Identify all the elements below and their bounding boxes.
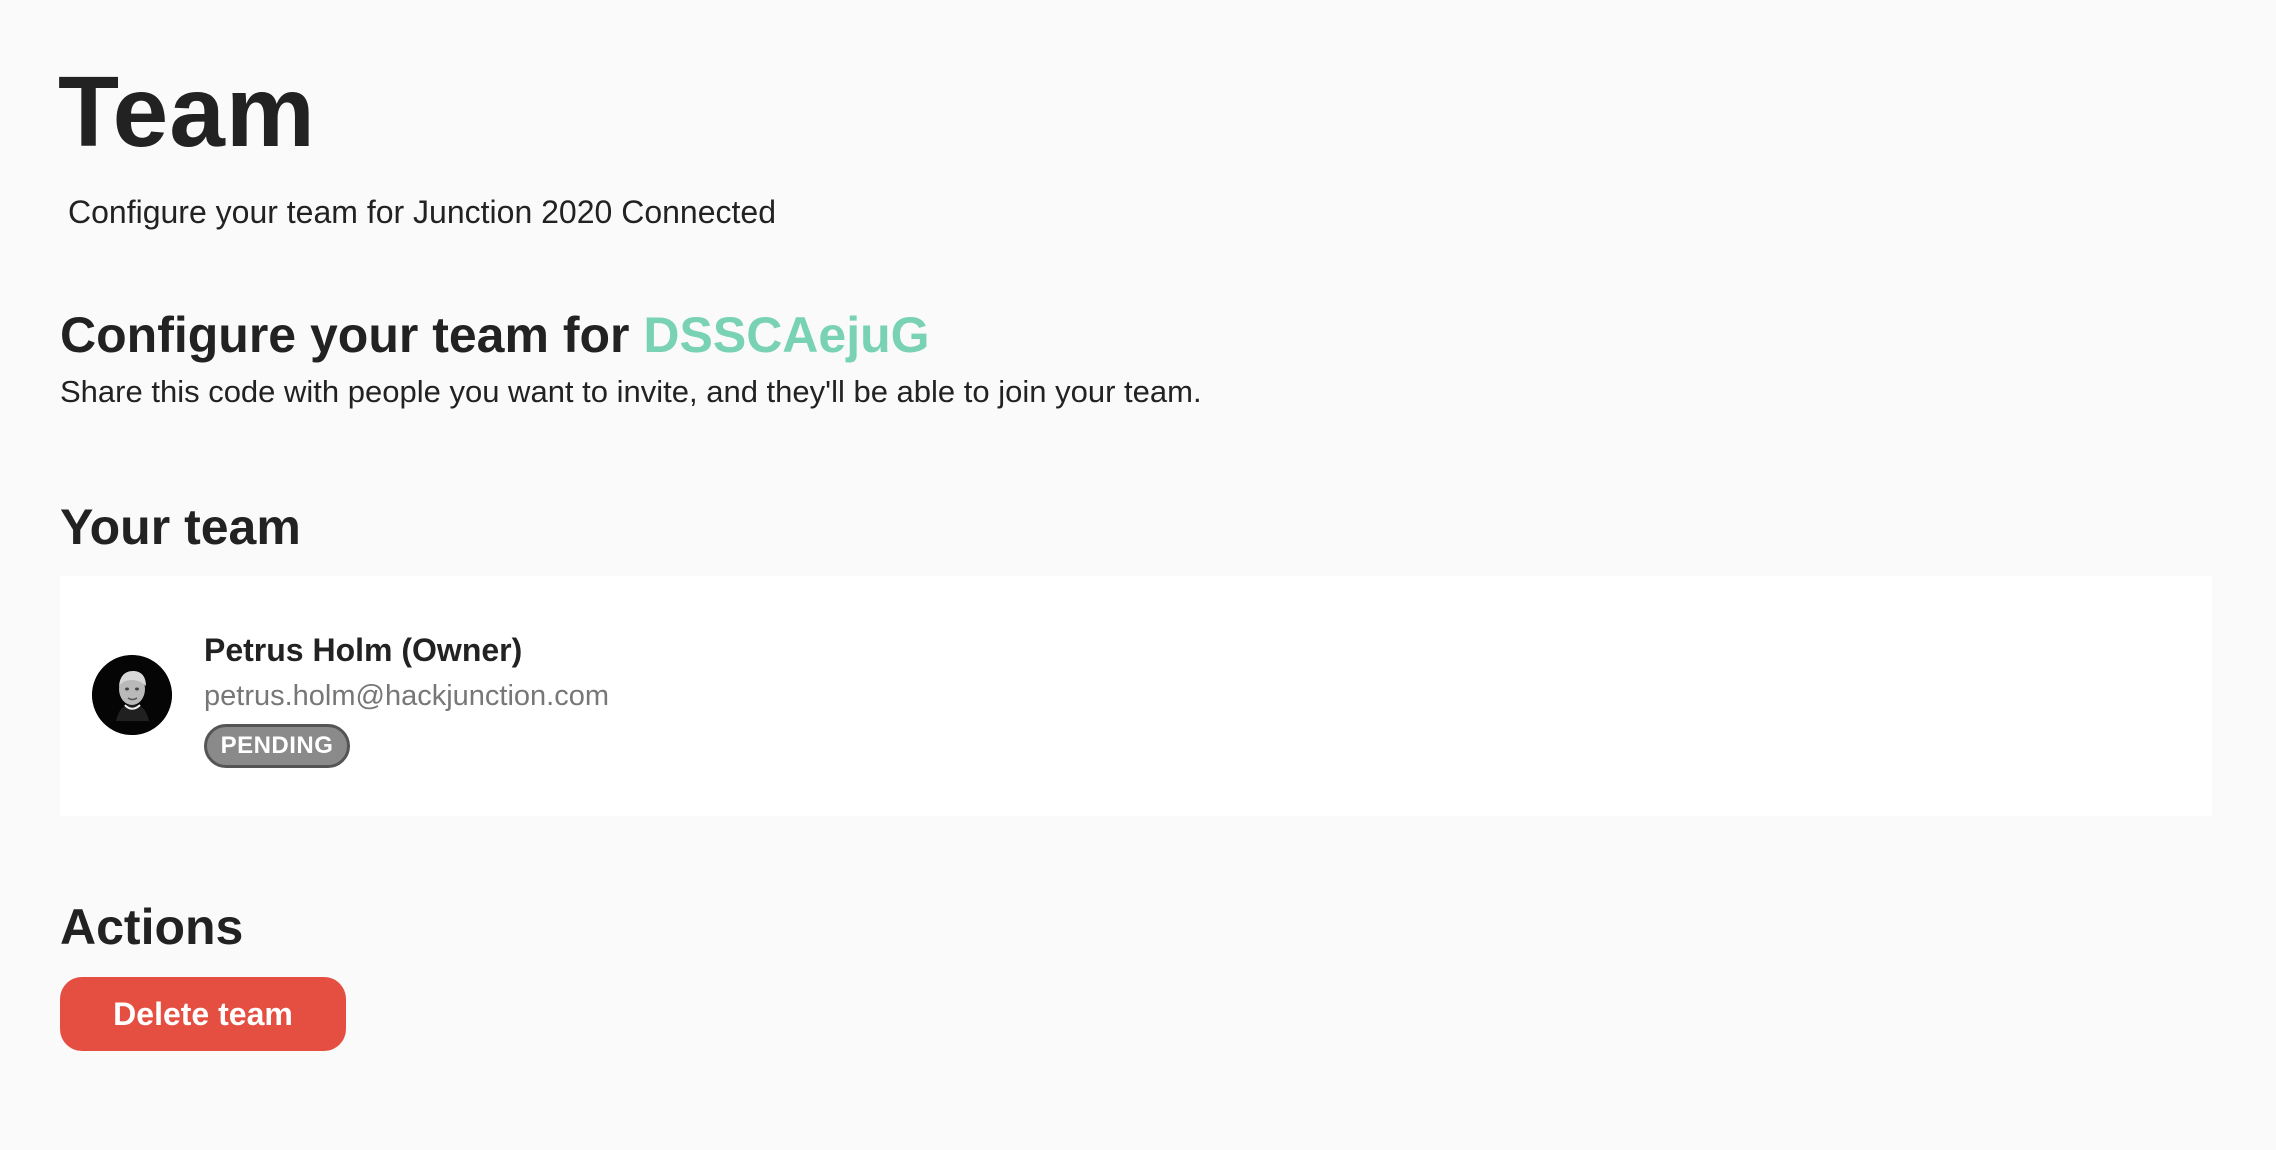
status-badge: PENDING	[204, 724, 350, 768]
your-team-heading: Your team	[60, 499, 301, 555]
member-email: petrus.holm@hackjunction.com	[204, 680, 610, 712]
actions-heading: Actions	[60, 899, 244, 955]
page-subtitle: Configure your team for Junction 2020 Co…	[68, 194, 776, 230]
avatar	[92, 655, 172, 735]
team-member-card: Petrus Holm (Owner) petrus.holm@hackjunc…	[60, 576, 2212, 816]
team-code: DSSCAejuG	[643, 307, 930, 363]
team-code-heading-prefix: Configure your team for	[60, 307, 630, 363]
delete-team-button[interactable]: Delete team	[60, 977, 346, 1051]
profile-photo-icon	[92, 655, 172, 735]
team-code-heading: Configure your team for DSSCAejuG	[60, 302, 930, 368]
member-name: Petrus Holm (Owner)	[204, 632, 523, 668]
team-page: Team Configure your team for Junction 20…	[0, 0, 2276, 1150]
page-title: Team	[58, 56, 316, 168]
team-code-help-text: Share this code with people you want to …	[60, 374, 1202, 409]
